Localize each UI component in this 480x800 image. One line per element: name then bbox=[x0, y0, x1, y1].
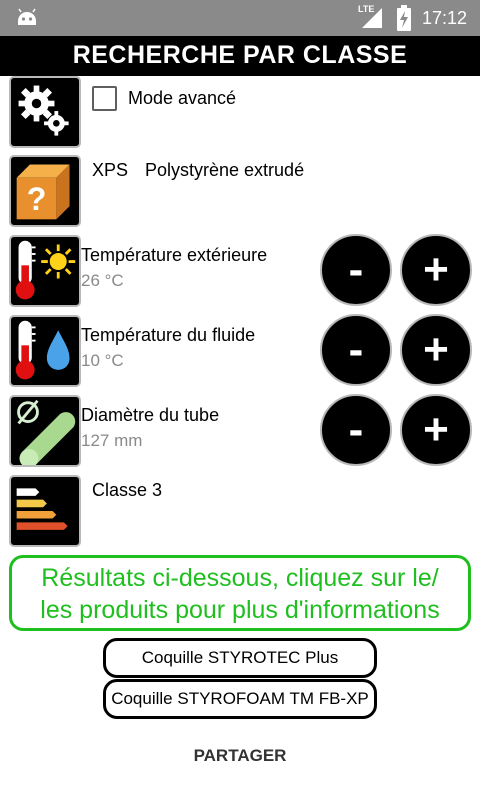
exterior-temperature-decrease-button[interactable]: - bbox=[320, 234, 392, 306]
plus-icon: + bbox=[423, 325, 449, 374]
exterior-temperature-icon bbox=[9, 235, 81, 307]
material-box-icon[interactable]: ? bbox=[9, 155, 81, 227]
battery-charging-icon bbox=[397, 5, 411, 31]
tube-diameter-label: Diamètre du tube bbox=[81, 405, 220, 425]
settings-gears-icon[interactable] bbox=[9, 76, 81, 148]
minus-icon: - bbox=[348, 325, 364, 374]
share-button[interactable]: PARTAGER bbox=[0, 746, 480, 766]
exterior-temperature-value: 26 °C bbox=[81, 271, 124, 290]
status-time: 17:12 bbox=[422, 8, 468, 28]
android-icon bbox=[18, 8, 36, 25]
results-line-1: Résultats ci-dessous, cliquez sur le/ bbox=[41, 564, 439, 592]
exterior-temperature-label: Température extérieure bbox=[81, 245, 268, 265]
fluid-temperature-icon bbox=[9, 315, 81, 387]
fluid-temperature-value: 10 °C bbox=[81, 351, 124, 370]
energy-class-icon[interactable] bbox=[9, 475, 81, 547]
page-title: RECHERCHE PAR CLASSE bbox=[72, 41, 408, 69]
material-name[interactable]: Polystyrène extrudé bbox=[145, 160, 304, 181]
network-type: LTE bbox=[358, 4, 375, 14]
fluid-temperature-decrease-button[interactable]: - bbox=[320, 314, 392, 386]
minus-icon: - bbox=[348, 245, 364, 294]
title-bar: RECHERCHE PAR CLASSE bbox=[0, 36, 480, 76]
svg-text:?: ? bbox=[27, 181, 47, 217]
exterior-temperature-increase-button[interactable]: + bbox=[400, 234, 472, 306]
fluid-temperature-label: Température du fluide bbox=[81, 325, 256, 345]
advanced-mode-checkbox[interactable] bbox=[92, 86, 117, 111]
status-bar: LTE 17:12 bbox=[0, 0, 480, 36]
fluid-temperature-increase-button[interactable]: + bbox=[400, 314, 472, 386]
material-code[interactable]: XPS bbox=[92, 160, 128, 181]
tube-diameter-decrease-button[interactable]: - bbox=[320, 394, 392, 466]
product-button-styrotec-plus[interactable]: Coquille STYROTEC Plus bbox=[103, 638, 377, 678]
energy-class-label[interactable]: Classe 3 bbox=[92, 480, 162, 501]
results-line-2: les produits pour plus d'informations bbox=[40, 596, 440, 624]
advanced-mode-label[interactable]: Mode avancé bbox=[128, 88, 236, 109]
tube-diameter-increase-button[interactable]: + bbox=[400, 394, 472, 466]
minus-icon: - bbox=[348, 405, 364, 454]
plus-icon: + bbox=[423, 245, 449, 294]
results-message: Résultats ci-dessous, cliquez sur le/ le… bbox=[9, 555, 471, 631]
tube-diameter-icon bbox=[9, 395, 81, 467]
tube-diameter-value: 127 mm bbox=[81, 431, 143, 450]
product-button-styrofoam-fb-xp[interactable]: Coquille STYROFOAM TM FB-XP bbox=[103, 679, 377, 719]
plus-icon: + bbox=[423, 405, 449, 454]
